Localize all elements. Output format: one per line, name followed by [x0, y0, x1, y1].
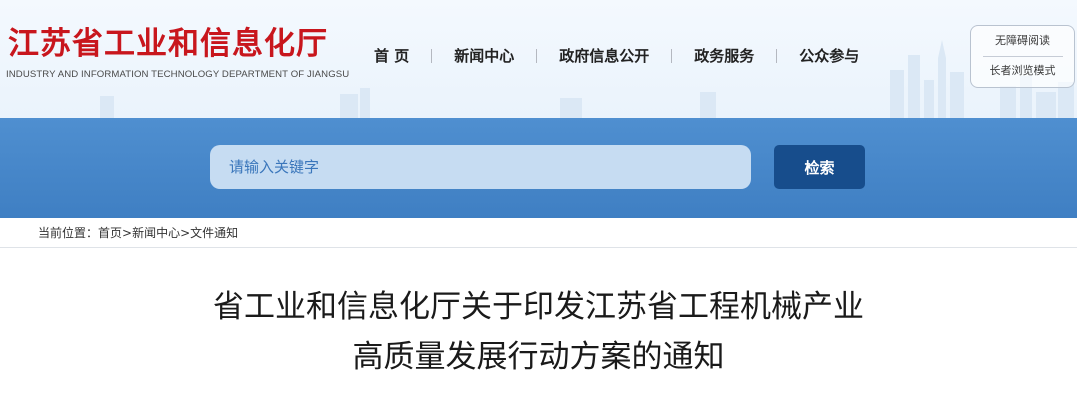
site-logo-subtitle: INDUSTRY AND INFORMATION TECHNOLOGY DEPA… [6, 69, 350, 80]
breadcrumb-separator: > [180, 226, 191, 240]
breadcrumb-news-center-link[interactable]: 新闻中心 [132, 226, 180, 240]
search-button[interactable]: 检索 [774, 145, 865, 189]
barrier-free-reading-button[interactable]: 无障碍阅读 [971, 33, 1074, 49]
site-logo-title[interactable]: 江苏省工业和信息化厅 [8, 26, 328, 62]
breadcrumb-separator: > [122, 226, 133, 240]
search-input[interactable] [210, 145, 751, 189]
accessibility-panel: 无障碍阅读 长者浏览模式 [970, 25, 1075, 88]
accessibility-divider [983, 56, 1063, 57]
article-title-line-2: 高质量发展行动方案的通知 [352, 339, 725, 375]
nav-item-public-participation[interactable]: 公众参与 [799, 45, 859, 67]
site-header: 江苏省工业和信息化厅 INDUSTRY AND INFORMATION TECH… [0, 0, 1077, 118]
nav-divider [776, 49, 778, 63]
main-nav: 首 页 新闻中心 政府信息公开 政务服务 公众参与 [374, 45, 859, 67]
nav-item-government-info[interactable]: 政府信息公开 [559, 45, 649, 67]
breadcrumb-home-link[interactable]: 首页 [98, 226, 122, 240]
article-title-line-1: 省工业和信息化厅关于印发江苏省工程机械产业 [213, 289, 864, 325]
nav-divider [671, 49, 673, 63]
nav-item-news-center[interactable]: 新闻中心 [454, 45, 514, 67]
nav-divider [431, 49, 433, 63]
elderly-mode-button[interactable]: 长者浏览模式 [971, 63, 1074, 79]
breadcrumb-prefix: 当前位置： [38, 226, 99, 240]
article-title: 省工业和信息化厅关于印发江苏省工程机械产业 高质量发展行动方案的通知 [0, 282, 1077, 382]
breadcrumb: 当前位置：首页>新闻中心>文件通知 [38, 225, 238, 241]
breadcrumb-notices-link[interactable]: 文件通知 [190, 226, 238, 240]
nav-item-government-services[interactable]: 政务服务 [694, 45, 754, 67]
nav-divider [536, 49, 538, 63]
search-band: 检索 [0, 118, 1077, 218]
breadcrumb-bar: 当前位置：首页>新闻中心>文件通知 [0, 218, 1077, 248]
nav-item-home[interactable]: 首 页 [374, 45, 409, 67]
